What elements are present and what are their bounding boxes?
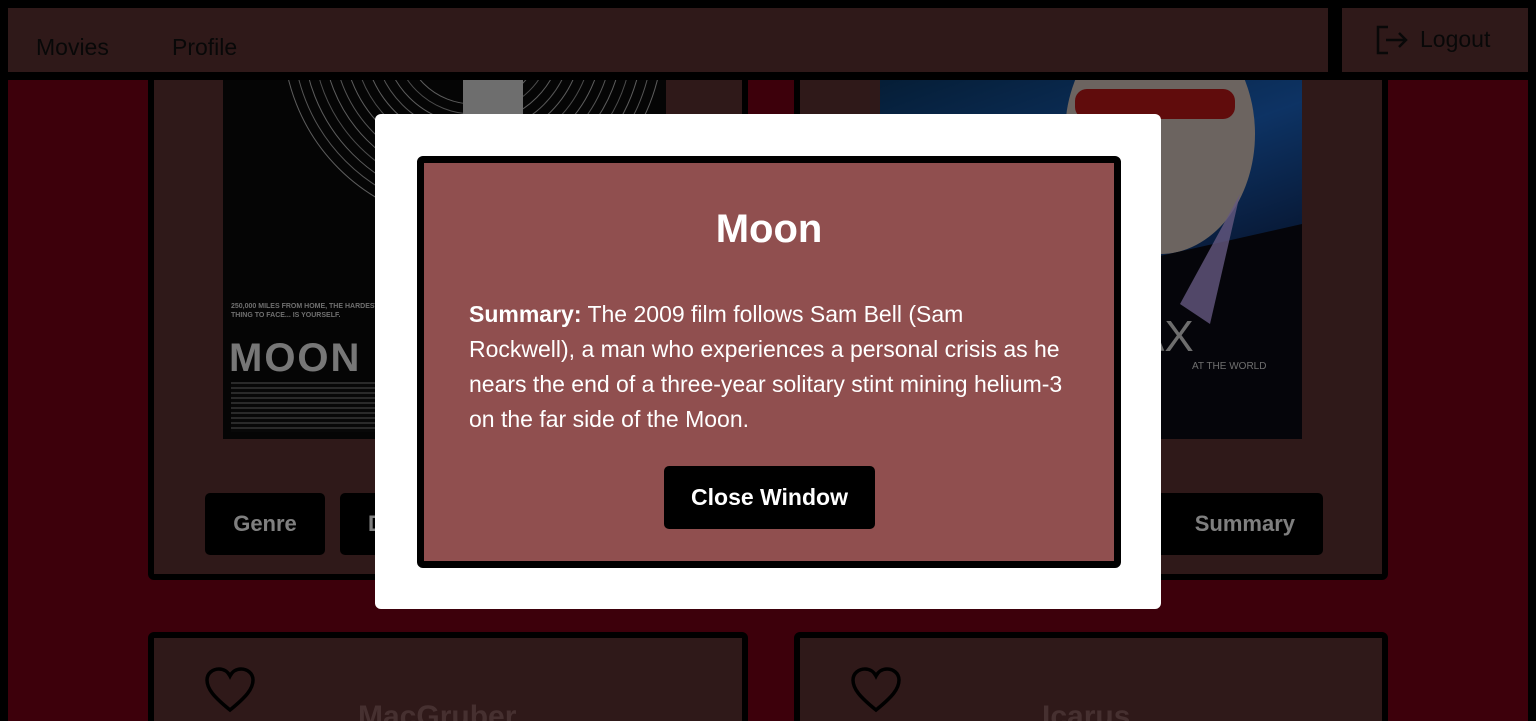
summary-modal: Moon Summary: The 2009 film follows Sam …	[375, 114, 1161, 609]
modal-title: Moon	[715, 207, 823, 251]
close-window-button[interactable]: Close Window	[664, 466, 875, 529]
modal-content: Moon Summary: The 2009 film follows Sam …	[417, 156, 1121, 568]
summary-label: Summary:	[469, 301, 582, 327]
modal-summary: Summary: The 2009 film follows Sam Bell …	[469, 297, 1074, 437]
